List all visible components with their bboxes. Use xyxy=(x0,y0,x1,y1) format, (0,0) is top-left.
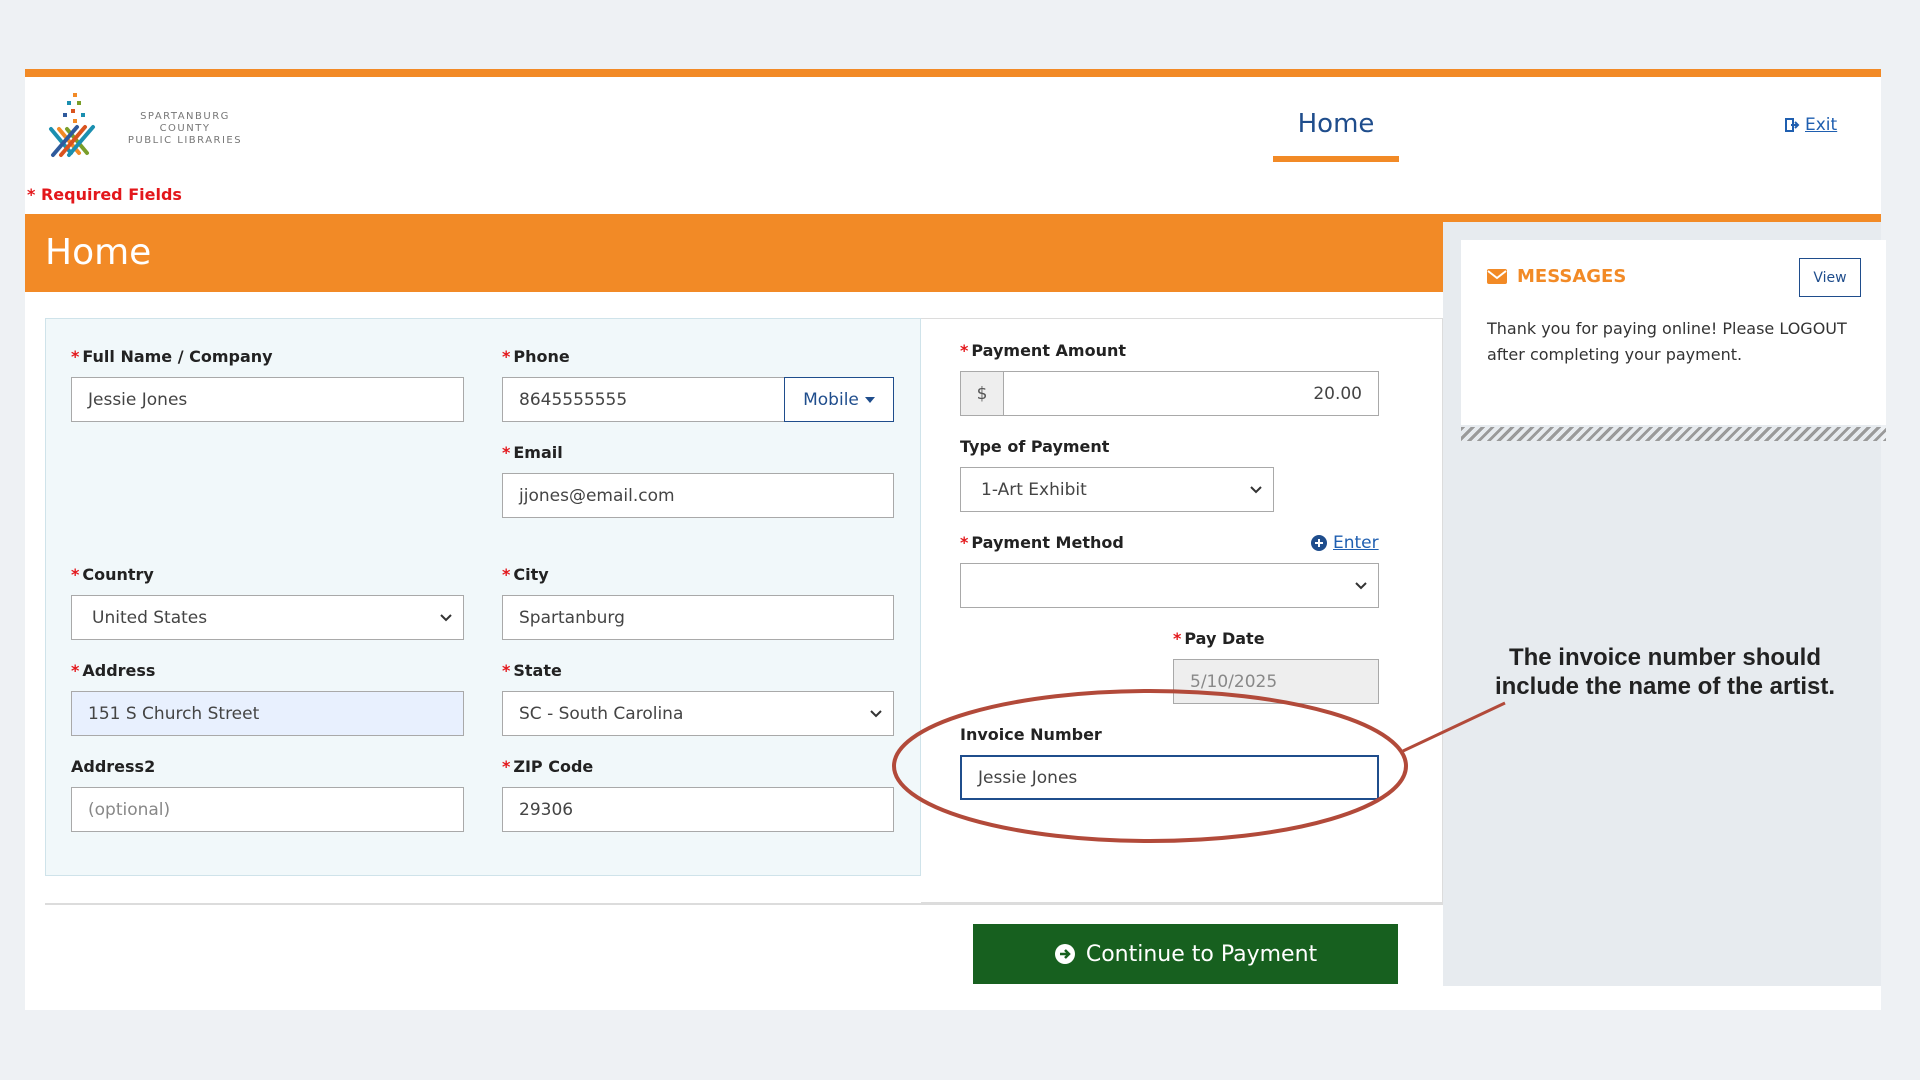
top-accent-bar xyxy=(25,69,1881,77)
invoice-number-label: Invoice Number xyxy=(960,725,1102,744)
view-messages-button[interactable]: View xyxy=(1799,258,1861,297)
full-name-input[interactable]: Jessie Jones xyxy=(71,377,464,422)
messages-heading: MESSAGES xyxy=(1487,266,1626,287)
payment-type-value: 1-Art Exhibit xyxy=(981,479,1087,500)
messages-card: MESSAGES View Thank you for paying onlin… xyxy=(1461,240,1886,441)
logo-line2: PUBLIC LIBRARIES xyxy=(127,135,243,146)
arrow-circle-right-icon xyxy=(1054,944,1075,964)
chevron-down-icon xyxy=(1250,486,1262,494)
payment-amount-input[interactable]: 20.00 xyxy=(1003,371,1379,416)
chevron-down-icon xyxy=(1355,582,1367,590)
logo-line1: SPARTANBURG COUNTY xyxy=(140,111,230,134)
country-label: * Country xyxy=(71,565,154,584)
payment-amount-label: * Payment Amount xyxy=(960,341,1127,360)
page-title: Home xyxy=(45,232,152,273)
page-banner: Home xyxy=(25,214,1443,292)
message-text: Thank you for paying online! Please LOGO… xyxy=(1487,319,1847,364)
exit-link[interactable]: Exit xyxy=(1785,115,1837,135)
continue-to-payment-button[interactable]: Continue to Payment xyxy=(973,924,1398,984)
address2-label: Address2 xyxy=(71,757,156,776)
nav-active-indicator xyxy=(1273,156,1399,162)
messages-sidebar: MESSAGES View Thank you for paying onlin… xyxy=(1443,222,1886,986)
payment-method-select[interactable] xyxy=(960,563,1379,608)
enter-label: Enter xyxy=(1333,533,1379,553)
city-label: * City xyxy=(502,565,549,584)
address-input[interactable]: 151 S Church Street xyxy=(71,691,464,736)
sidebar-accent-bar xyxy=(1443,214,1881,222)
zip-label: * ZIP Code xyxy=(502,757,594,776)
city-input[interactable]: Spartanburg xyxy=(502,595,894,640)
payment-type-select[interactable]: 1-Art Exhibit xyxy=(960,467,1274,512)
required-fields-note: * Required Fields xyxy=(27,185,182,204)
continue-label: Continue to Payment xyxy=(1085,941,1318,967)
phone-label: * Phone xyxy=(502,347,570,366)
enter-payment-method-link[interactable]: Enter xyxy=(1311,533,1379,553)
logo-mark-icon xyxy=(49,93,95,157)
app-frame: SPARTANBURG COUNTY PUBLIC LIBRARIES Home… xyxy=(25,69,1886,1010)
invoice-number-input[interactable]: Jessie Jones xyxy=(960,755,1379,800)
nav-home-tab[interactable]: Home xyxy=(1273,109,1399,139)
full-name-label: * Full Name / Company xyxy=(71,347,273,366)
messages-title: MESSAGES xyxy=(1517,266,1627,287)
address2-input[interactable]: (optional) xyxy=(71,787,464,832)
email-input[interactable]: jjones@email.com xyxy=(502,473,894,518)
email-label: * Email xyxy=(502,443,563,462)
state-label: * State xyxy=(502,661,562,680)
address-label: * Address xyxy=(71,661,156,680)
sign-out-icon xyxy=(1785,118,1800,132)
exit-label: Exit xyxy=(1805,115,1838,135)
pay-date-label: * Pay Date xyxy=(1173,629,1265,648)
state-value: SC - South Carolina xyxy=(519,703,684,724)
payment-method-label: * Payment Method xyxy=(960,533,1124,552)
chevron-down-icon xyxy=(870,710,882,718)
plus-circle-icon xyxy=(1311,535,1327,551)
country-select[interactable]: United States xyxy=(71,595,464,640)
phone-type-label: Mobile xyxy=(803,389,859,410)
currency-addon: $ xyxy=(960,371,1004,416)
library-logo[interactable]: SPARTANBURG COUNTY PUBLIC LIBRARIES xyxy=(43,89,253,159)
phone-type-dropdown[interactable]: Mobile xyxy=(784,377,894,422)
pay-date-input[interactable]: 5/10/2025 xyxy=(1173,659,1379,704)
logo-text: SPARTANBURG COUNTY PUBLIC LIBRARIES xyxy=(115,111,255,147)
payment-type-label: Type of Payment xyxy=(960,437,1110,456)
zip-input[interactable]: 29306 xyxy=(502,787,894,832)
caret-down-icon xyxy=(864,396,875,403)
form-divider xyxy=(45,903,1443,905)
card-hatch-border xyxy=(1461,427,1886,441)
phone-input[interactable]: 8645555555 xyxy=(502,377,785,422)
state-select[interactable]: SC - South Carolina xyxy=(502,691,894,736)
envelope-icon xyxy=(1487,269,1507,284)
annotation-callout-text: The invoice number should include the na… xyxy=(1494,644,1836,700)
payment-panel: * Payment Amount $ 20.00 Type of Payment … xyxy=(921,318,1443,903)
chevron-down-icon xyxy=(440,614,452,622)
contact-info-panel: * Full Name / Company Jessie Jones * Phone… xyxy=(45,318,921,876)
country-value: United States xyxy=(92,607,208,628)
